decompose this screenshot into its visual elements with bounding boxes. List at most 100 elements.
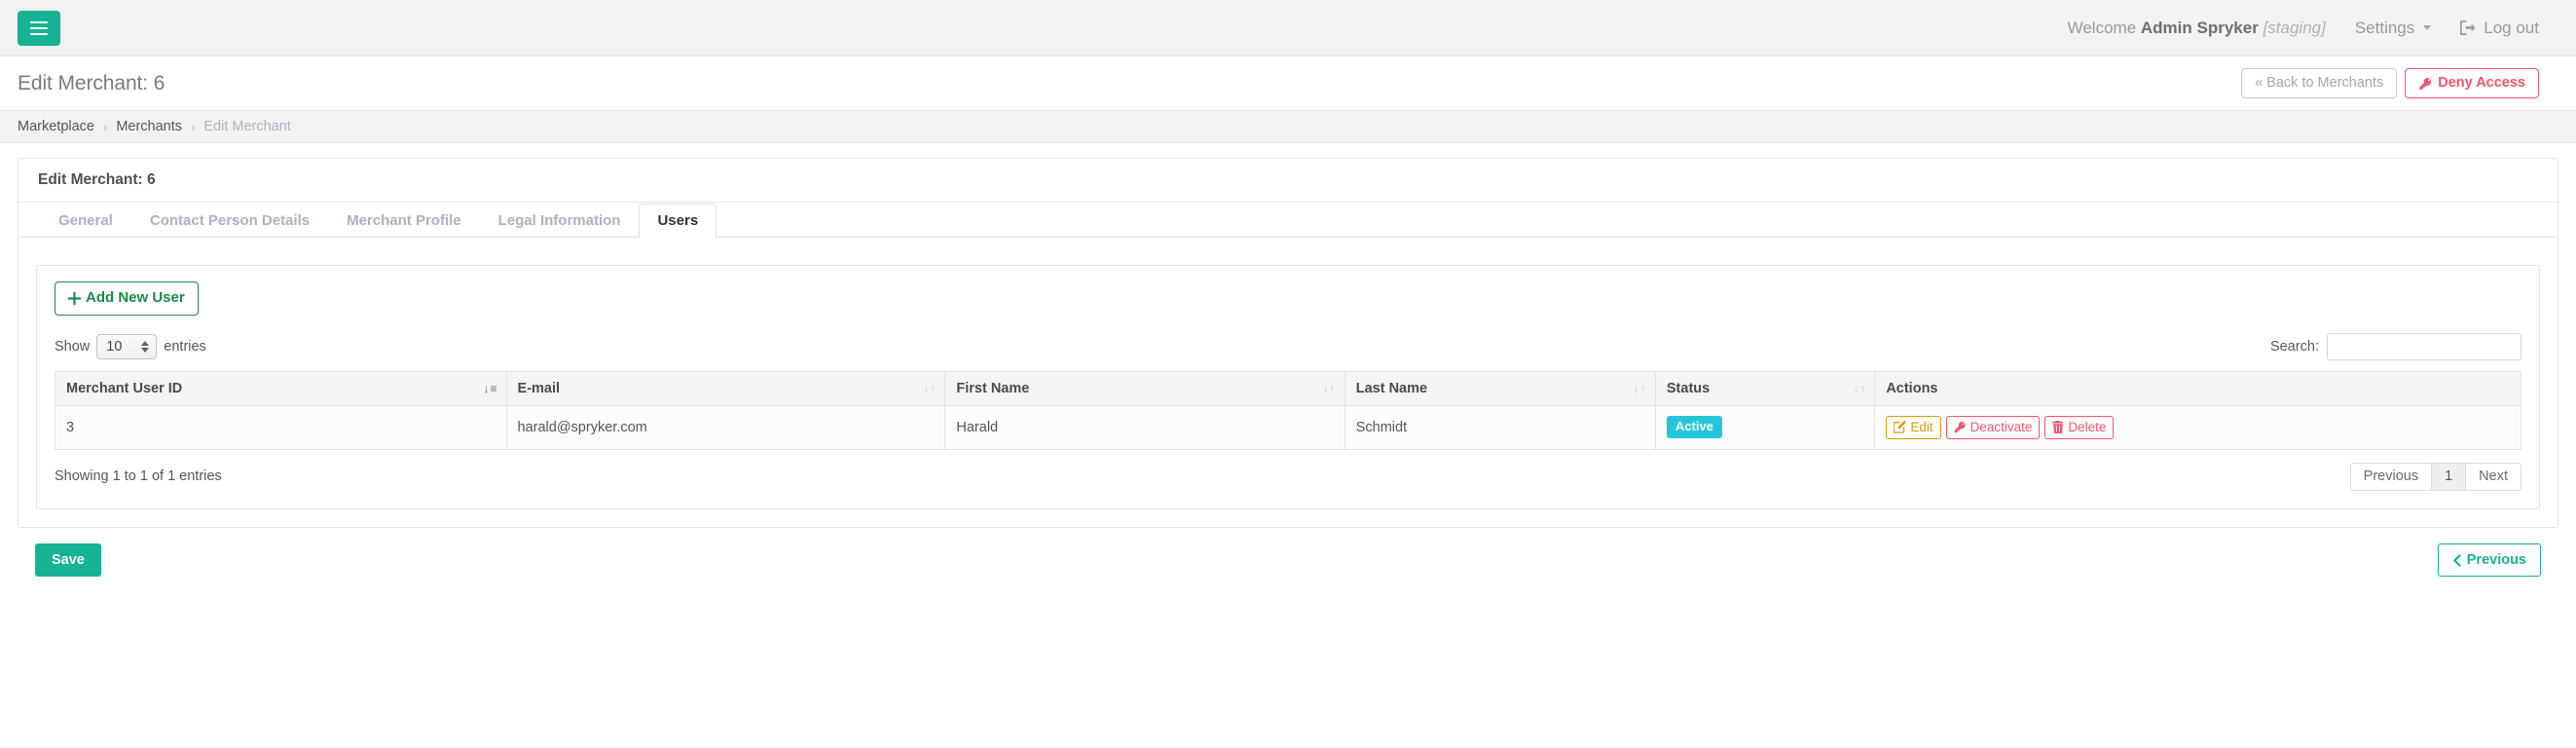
cell-status: Active [1654,404,1876,450]
datatable-length-control: Show 10 25 50 100 [55,333,206,359]
pagination-page-1-button[interactable]: 1 [2431,462,2467,492]
key-icon [2419,77,2432,90]
add-new-user-button[interactable]: Add New User [55,281,199,316]
panel-title: Edit Merchant: 6 [18,159,2558,203]
edit-user-button[interactable]: Edit [1886,415,1941,439]
search-input[interactable] [2327,332,2521,360]
tab-general[interactable]: General [40,204,131,238]
show-label: Show [55,338,91,355]
user-name: Admin Spryker [2140,18,2259,37]
column-label: E-mail [517,380,561,396]
page-length-select[interactable]: 10 25 50 100 [96,333,158,359]
sort-both-icon: ↓ ↑ [923,381,937,395]
hamburger-icon[interactable] [18,10,60,46]
hamburger-bar [30,32,48,35]
datatable-footer: Showing 1 to 1 of 1 entries Previous 1 N… [55,462,2521,492]
hamburger-bar [30,20,48,23]
users-table-head: Merchant User ID ↓ ≡ E-mail ↓ ↑ First Name… [55,370,2521,406]
page-length-select-wrap: 10 25 50 100 [96,333,158,359]
add-new-user-label: Add New User [86,289,185,306]
previous-step-button[interactable]: Previous [2437,543,2541,578]
page-body: Edit Merchant: 6 General Contact Person … [0,143,2576,597]
cell-last-name: Schmidt [1343,404,1656,450]
breadcrumb-item-marketplace[interactable]: Marketplace [18,119,94,134]
users-card: Add New User Show 10 25 50 100 [36,265,2540,510]
sort-desc-icon: ↓ ≡ [483,381,497,395]
logout-icon [2460,20,2476,35]
table-header-row: Merchant User ID ↓ ≡ E-mail ↓ ↑ First Name… [55,370,2521,406]
breadcrumb-separator: › [102,119,108,134]
delete-user-label: Delete [2068,419,2107,434]
cell-email: harald@spryker.com [505,404,946,450]
cell-actions: Edit Deactivate Delete [1874,404,2521,450]
column-label: Last Name [1355,380,1428,396]
column-header-first-name[interactable]: First Name ↓ ↑ [944,370,1345,406]
tab-merchant-profile[interactable]: Merchant Profile [328,204,480,238]
cell-first-name: Harald [944,404,1345,450]
pencil-square-icon [1894,421,1906,433]
pagination-next-button[interactable]: Next [2465,462,2521,492]
deny-access-label: Deny Access [2438,74,2525,91]
column-header-last-name[interactable]: Last Name ↓ ↑ [1343,370,1656,406]
edit-merchant-panel: Edit Merchant: 6 General Contact Person … [18,158,2558,529]
logout-link[interactable]: Log out [2460,19,2539,38]
pagination: Previous 1 Next [2349,462,2521,492]
back-to-merchants-button[interactable]: « Back to Merchants [2241,67,2398,99]
tab-legal-information[interactable]: Legal Information [480,204,640,238]
users-table-body: 3 harald@spryker.com Harald Schmidt Acti… [55,404,2521,450]
sort-both-icon: ↓ ↑ [1853,381,1866,395]
hamburger-bar [30,26,48,29]
sort-both-icon: ↓ ↑ [1633,381,1646,395]
row-action-group: Edit Deactivate Delete [1886,415,2510,439]
logout-label: Log out [2484,18,2539,37]
settings-label: Settings [2354,18,2415,37]
tab-strip: General Contact Person Details Merchant … [18,203,2558,238]
page-header-actions: « Back to Merchants Deny Access [2241,67,2539,99]
column-header-merchant-user-id[interactable]: Merchant User ID ↓ ≡ [55,370,507,406]
breadcrumb-item-merchants[interactable]: Merchants [116,119,182,134]
datatable-search-control: Search: [2270,332,2521,360]
breadcrumb-item-edit-merchant: Edit Merchant [203,119,291,134]
chevron-down-icon [2423,25,2432,30]
top-navbar: Welcome Admin Spryker [staging] Settings… [0,0,2576,56]
navbar-right-group: Welcome Admin Spryker [staging] Settings… [2068,19,2539,38]
deny-access-button[interactable]: Deny Access [2405,67,2539,99]
tab-users[interactable]: Users [639,204,718,238]
tab-contact-person-details[interactable]: Contact Person Details [131,204,328,238]
page-title: Edit Merchant: 6 [18,71,166,94]
key-icon [1954,421,1966,433]
search-label: Search: [2270,338,2319,355]
tab-panel-users: Add New User Show 10 25 50 100 [18,238,2558,527]
cell-merchant-user-id: 3 [55,404,507,450]
page-header-bar: Edit Merchant: 6 « Back to Merchants Den… [0,56,2576,110]
pagination-previous-button[interactable]: Previous [2349,462,2433,492]
users-table: Merchant User ID ↓ ≡ E-mail ↓ ↑ First Name… [55,370,2521,450]
datatable-controls: Show 10 25 50 100 [55,332,2521,360]
column-header-status[interactable]: Status ↓ ↑ [1654,370,1876,406]
sort-both-icon: ↓ ↑ [1322,381,1336,395]
breadcrumb: Marketplace › Merchants › Edit Merchant [0,110,2576,143]
breadcrumb-separator: › [191,119,196,134]
column-label: Actions [1886,380,1938,396]
column-header-email[interactable]: E-mail ↓ ↑ [505,370,946,406]
save-button[interactable]: Save [35,543,101,578]
environment-label: [staging] [2263,18,2326,37]
deactivate-user-button[interactable]: Deactivate [1945,415,2041,439]
trash-icon [2052,421,2064,434]
welcome-prefix: Welcome [2067,18,2137,37]
column-label: First Name [956,380,1030,396]
column-header-actions: Actions [1874,370,2521,406]
deactivate-user-label: Deactivate [1969,419,2033,434]
welcome-text: Welcome Admin Spryker [staging] [2068,19,2326,38]
settings-menu[interactable]: Settings [2354,18,2432,38]
previous-step-label: Previous [2466,552,2526,569]
entries-label: entries [164,338,206,355]
datatable-info: Showing 1 to 1 of 1 entries [55,468,222,485]
edit-user-label: Edit [1910,419,1933,434]
column-label: Status [1666,380,1711,396]
plus-icon [68,291,81,305]
column-label: Merchant User ID [66,380,183,396]
status-badge: Active [1666,416,1722,438]
delete-user-button[interactable]: Delete [2044,415,2115,439]
form-footer: Save Previous [18,528,2558,596]
